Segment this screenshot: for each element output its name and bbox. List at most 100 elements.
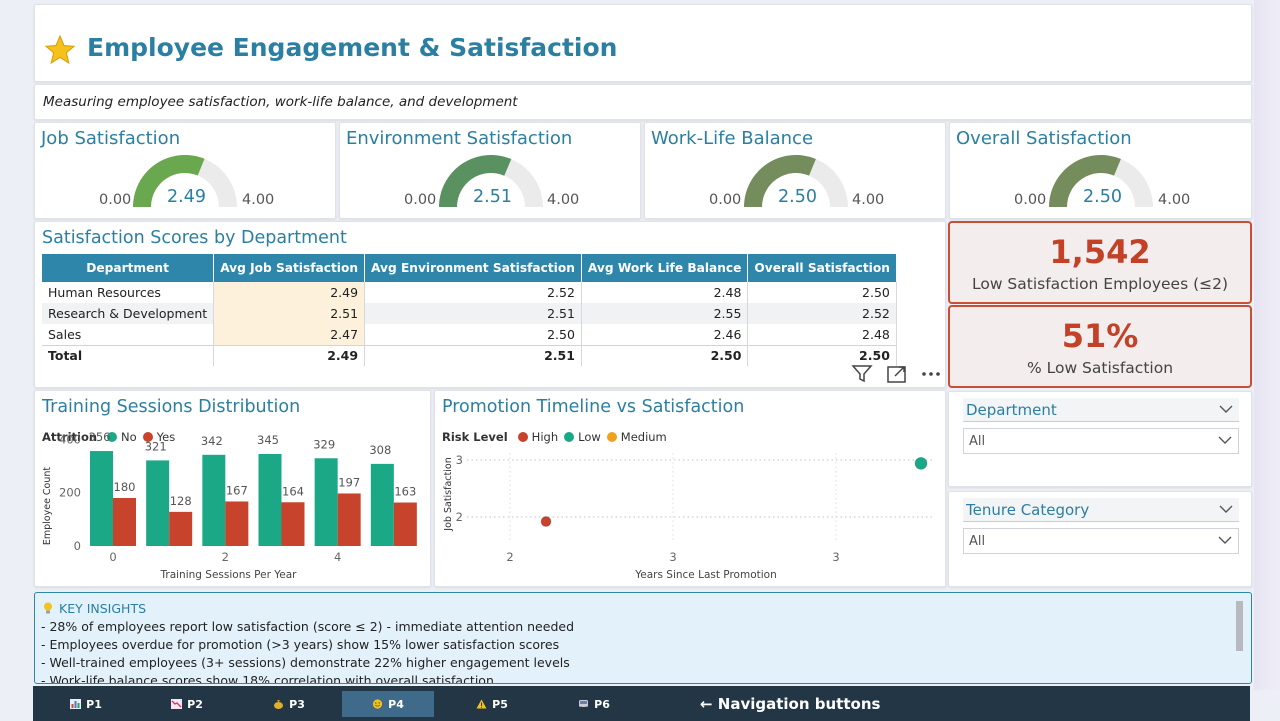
table-cell: 2.52 (364, 282, 582, 303)
table-cell: 2.50 (364, 324, 582, 345)
x-tick-label: 3 (832, 550, 839, 564)
kpi-label: % Low Satisfaction (1026, 359, 1174, 377)
data-label: 345 (257, 433, 279, 447)
nav-button-label: P2 (187, 697, 203, 711)
table-cell: 2.50 (747, 282, 897, 303)
gauge-min: 0.00 (1014, 192, 1047, 208)
slicer-header[interactable]: Department (963, 398, 1239, 422)
dropdown-value: All (969, 534, 986, 549)
nav-button-p4[interactable]: P4 (342, 691, 434, 717)
column-header-avg-work-life[interactable]: Avg Work Life Balance (581, 254, 749, 282)
column-header-avg-job[interactable]: Avg Job Satisfaction (213, 254, 366, 282)
table-row[interactable]: Human Resources 2.49 2.52 2.48 2.50 (42, 282, 897, 303)
table-cell: 2.55 (581, 303, 749, 324)
navigation-bar: P1 P2 P3 P4 P5 P6 ← Navigation buttons (33, 686, 1250, 721)
nav-button-p1[interactable]: P1 (40, 691, 132, 717)
table-cell: 2.46 (581, 324, 749, 345)
table-cell: Sales (42, 324, 215, 345)
chevron-down-icon[interactable] (1219, 504, 1233, 514)
money-bag-icon (274, 700, 284, 709)
bar-yes (281, 502, 305, 546)
key-insights-panel[interactable]: KEY INSIGHTS - 28% of employees report l… (34, 592, 1252, 684)
bar-no (314, 458, 338, 546)
x-tick-label: 0 (109, 550, 116, 564)
bar-yes (337, 493, 361, 546)
gauge-environment-satisfaction[interactable]: Environment Satisfaction 0.00 2.51 4.00 (339, 122, 641, 219)
gauge-value: 2.51 (473, 187, 512, 207)
chevron-down-icon[interactable] (1219, 404, 1233, 414)
bus-icon (579, 700, 589, 709)
kpi-value: 1,542 (1049, 233, 1151, 271)
column-header-overall[interactable]: Overall Satisfaction (747, 254, 897, 282)
slicer-title: Tenure Category (966, 501, 1090, 519)
table-cell: 2.47 (213, 324, 366, 345)
trend-chart-icon (171, 699, 183, 709)
chevron-down-icon[interactable] (1218, 435, 1232, 445)
data-label: 308 (369, 443, 391, 457)
x-tick-label: 4 (334, 550, 341, 564)
table-row[interactable]: Research & Development 2.51 2.51 2.55 2.… (42, 303, 897, 324)
training-bar-chart[interactable]: 0 200 400 Employee Count 356 180 321 128 342 167 3… (35, 391, 432, 588)
nav-button-p3[interactable]: P3 (243, 691, 335, 717)
focus-mode-icon[interactable] (886, 364, 908, 384)
warning-icon (476, 699, 487, 709)
lightbulb-icon (44, 602, 52, 614)
nav-button-p2[interactable]: P2 (141, 691, 233, 717)
navigation-note: ← Navigation buttons (700, 695, 881, 713)
bar-yes (113, 498, 136, 546)
table-cell: Research & Development (42, 303, 215, 324)
insights-title: KEY INSIGHTS (43, 601, 146, 616)
table-cell: Total (42, 344, 215, 366)
scatter-point-low (914, 456, 928, 470)
insights-title-text: KEY INSIGHTS (59, 601, 147, 616)
table-cell: 2.52 (747, 303, 897, 324)
column-header-avg-environment[interactable]: Avg Environment Satisfaction (364, 254, 582, 282)
canvas-edge-shade (1254, 0, 1280, 690)
gauge-value: 2.50 (778, 187, 817, 207)
bar-no (202, 454, 226, 546)
column-header-department[interactable]: Department (42, 254, 215, 282)
subtitle-panel: Measuring employee satisfaction, work-li… (34, 84, 1252, 120)
promotion-scatter-chart[interactable]: 232 3 3Job SatisfactionYears Since Last Pr… (435, 391, 947, 588)
filter-icon[interactable] (851, 364, 873, 384)
data-label: 164 (282, 484, 304, 498)
slicer-header[interactable]: Tenure Category (963, 498, 1239, 522)
table-row[interactable]: Sales 2.47 2.50 2.46 2.48 (42, 324, 897, 345)
data-label: 356 (89, 430, 111, 444)
department-table[interactable]: Department Avg Job Satisfaction Avg Envi… (42, 254, 897, 366)
gauge-work-life-balance[interactable]: Work-Life Balance 0.00 2.50 4.00 (644, 122, 946, 219)
y-axis-label: Employee Count (42, 467, 53, 546)
y-tick-label: 200 (59, 486, 81, 500)
page-title: Employee Engagement & Satisfaction (87, 33, 618, 62)
kpi-low-satisfaction-employees[interactable]: 1,542 Low Satisfaction Employees (≤2) (948, 221, 1252, 304)
insights-scrollbar[interactable] (1236, 601, 1243, 651)
gauge-value: 2.49 (167, 187, 206, 207)
chevron-down-icon[interactable] (1218, 535, 1232, 545)
nav-button-p5[interactable]: P5 (446, 691, 538, 717)
bar-chart-icon (70, 699, 82, 709)
kpi-low-satisfaction-percent[interactable]: 51% % Low Satisfaction (948, 305, 1252, 388)
nav-button-p6[interactable]: P6 (548, 691, 640, 717)
kpi-value: 51% (1061, 317, 1139, 355)
department-dropdown[interactable]: All (963, 428, 1239, 454)
table-total-row[interactable]: Total 2.49 2.51 2.50 2.50 (42, 344, 897, 366)
more-options-icon[interactable] (920, 364, 942, 384)
bar-no (370, 463, 394, 546)
scatter-point-high (540, 516, 552, 528)
insight-line: - Work-life balance scores show 18% corr… (41, 673, 494, 684)
gauge-overall-satisfaction[interactable]: Overall Satisfaction 0.00 2.50 4.00 (949, 122, 1252, 219)
page-subtitle: Measuring employee satisfaction, work-li… (43, 94, 518, 110)
data-label: 167 (226, 483, 248, 497)
training-chart-panel: Training Sessions Distribution Attrition… (34, 390, 431, 587)
bar-yes (169, 511, 193, 546)
x-axis-label: Training Sessions Per Year (160, 569, 298, 581)
table-cell: 2.48 (581, 282, 749, 303)
table-cell: 2.50 (747, 344, 897, 366)
bar-no (90, 451, 113, 546)
gauge-job-satisfaction[interactable]: Job Satisfaction 0.00 2.49 4.00 (34, 122, 336, 219)
nav-button-label: P1 (86, 697, 102, 711)
nav-button-label: P3 (289, 697, 305, 711)
tenure-dropdown[interactable]: All (963, 528, 1239, 554)
table-cell: 2.51 (213, 303, 366, 324)
bar-no (146, 460, 170, 546)
